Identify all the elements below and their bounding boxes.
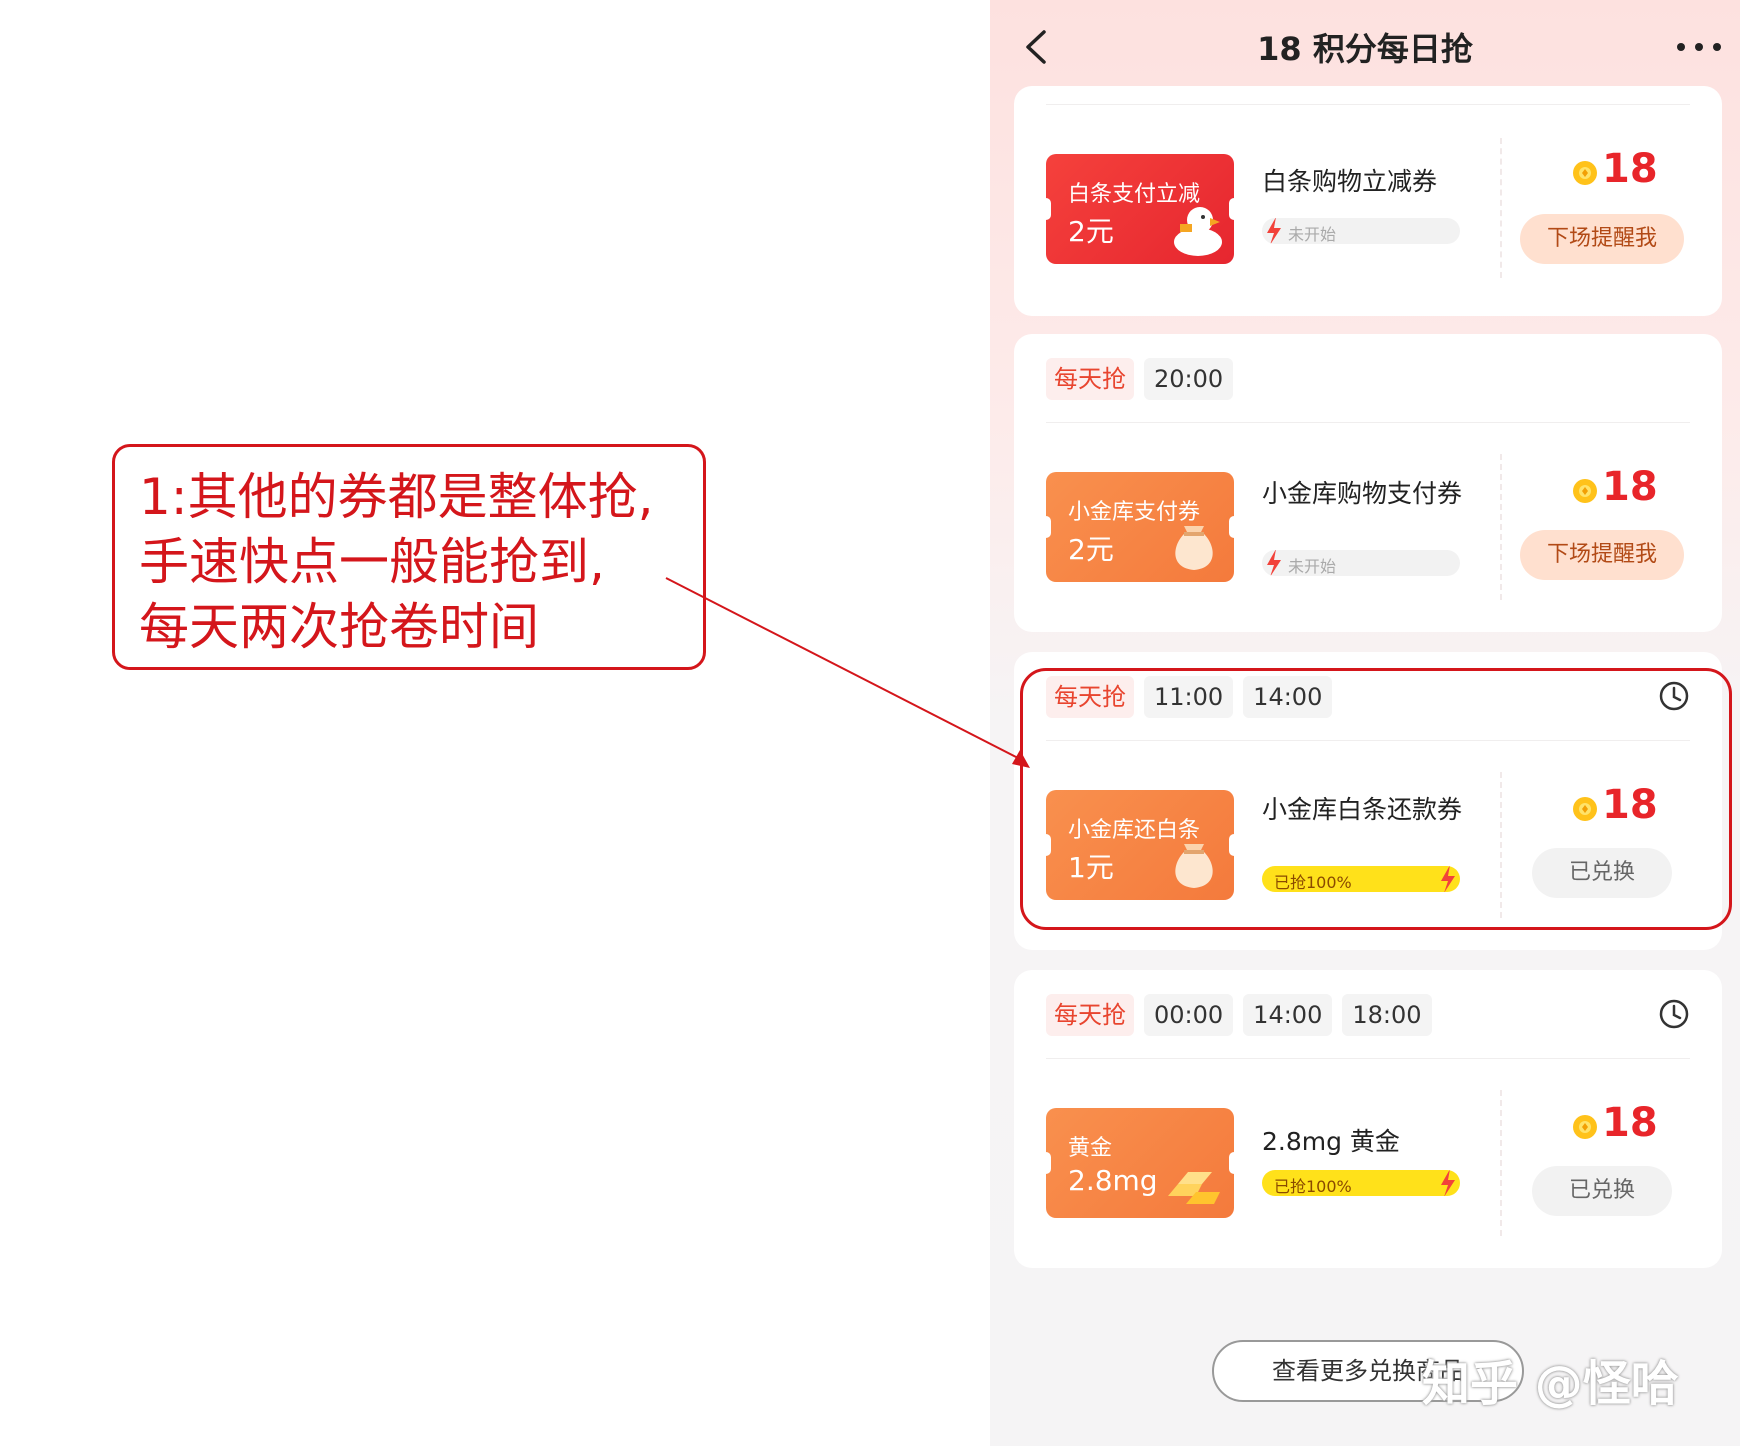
annotation-callout: 1:其他的券都是整体抢, 手速快点一般能抢到, 每天两次抢卷时间 xyxy=(112,444,706,670)
points-price: 18 xyxy=(1572,464,1692,512)
coupon-amount: 2.8mg xyxy=(1068,1164,1158,1197)
watermark: 知乎 @怪哈 xyxy=(1422,1356,1679,1412)
remind-me-button[interactable]: 下场提醒我 xyxy=(1520,214,1684,264)
divider xyxy=(1046,104,1690,105)
coupon-card: 每天抢 00:00 14:00 18:00 黄金 2.8mg 2.8mg 黄金 … xyxy=(1014,970,1722,1268)
time-slot: 14:00 xyxy=(1243,994,1333,1036)
annotation-line: 每天两次抢卷时间 xyxy=(139,598,539,656)
dashed-divider xyxy=(1500,1090,1502,1236)
item-title: 小金库购物支付券 xyxy=(1262,479,1463,508)
coupon-ticket: 小金库支付券 2元 xyxy=(1046,472,1234,582)
coupon-amount: 2元 xyxy=(1068,533,1114,566)
highlight-frame xyxy=(1020,668,1732,930)
coupon-ticket: 黄金 2.8mg xyxy=(1046,1108,1234,1218)
coin-icon xyxy=(1573,479,1597,503)
time-slot: 20:00 xyxy=(1144,358,1234,400)
divider xyxy=(1046,1058,1690,1059)
progress-label: 已抢100% xyxy=(1274,1177,1352,1196)
item-title: 2.8mg 黄金 xyxy=(1262,1127,1400,1156)
time-slot: 18:00 xyxy=(1342,994,1432,1036)
coupon-card: 白条支付立减 2元 白条购物立减券 未开始 18 下场提醒我 xyxy=(1014,86,1722,316)
lightning-icon xyxy=(1267,218,1281,244)
time-slot: 00:00 xyxy=(1144,994,1234,1036)
money-bag-icon xyxy=(1175,526,1213,570)
nav-bar: 18 积分每日抢 xyxy=(990,0,1740,92)
dashed-divider xyxy=(1500,138,1502,278)
status-label: 未开始 xyxy=(1288,557,1337,576)
coupon-amount: 2元 xyxy=(1068,215,1114,248)
clock-icon[interactable] xyxy=(1658,998,1690,1030)
time-slots: 每天抢 00:00 14:00 18:00 xyxy=(1046,994,1432,1038)
page-title: 18 积分每日抢 xyxy=(1257,30,1473,68)
dashed-divider xyxy=(1500,454,1502,600)
points-price: 18 xyxy=(1572,1100,1692,1148)
coupon-name: 黄金 xyxy=(1068,1136,1113,1161)
price-value: 18 xyxy=(1602,464,1658,510)
grab-progress-bar: 已抢100% xyxy=(1262,1170,1460,1196)
lightning-icon xyxy=(1267,550,1281,576)
redeemed-button[interactable]: 已兑换 xyxy=(1532,1166,1672,1216)
phone-screen: 18 积分每日抢 白条支付立减 2元 白条购物立减券 未开始 18 下场提醒我 … xyxy=(990,0,1740,1446)
gold-bars-icon xyxy=(1168,1172,1220,1204)
coupon-card: 每天抢 20:00 小金库支付券 2元 小金库购物支付券 未开始 18 下场提醒… xyxy=(1014,334,1722,632)
item-title: 白条购物立减券 xyxy=(1262,167,1438,196)
duck-mascot-icon xyxy=(1174,207,1222,256)
status-label: 未开始 xyxy=(1288,225,1337,244)
coin-icon xyxy=(1573,161,1597,185)
daily-grab-tag: 每天抢 xyxy=(1046,994,1134,1036)
status-bar: 未开始 xyxy=(1262,218,1460,244)
annotation-line: 1:其他的券都是整体抢, xyxy=(139,468,654,526)
points-price: 18 xyxy=(1572,146,1692,194)
divider xyxy=(1046,422,1690,423)
time-slots: 每天抢 20:00 xyxy=(1046,358,1234,402)
remind-me-button[interactable]: 下场提醒我 xyxy=(1520,530,1684,580)
annotation-line: 手速快点一般能抢到, xyxy=(139,533,605,591)
coin-icon xyxy=(1573,1115,1597,1139)
price-value: 18 xyxy=(1602,146,1658,192)
more-icon[interactable] xyxy=(1676,42,1722,52)
daily-grab-tag: 每天抢 xyxy=(1046,358,1134,400)
price-value: 18 xyxy=(1602,1100,1658,1146)
coupon-ticket: 白条支付立减 2元 xyxy=(1046,154,1234,264)
status-bar: 未开始 xyxy=(1262,550,1460,576)
lightning-icon xyxy=(1441,1170,1455,1196)
